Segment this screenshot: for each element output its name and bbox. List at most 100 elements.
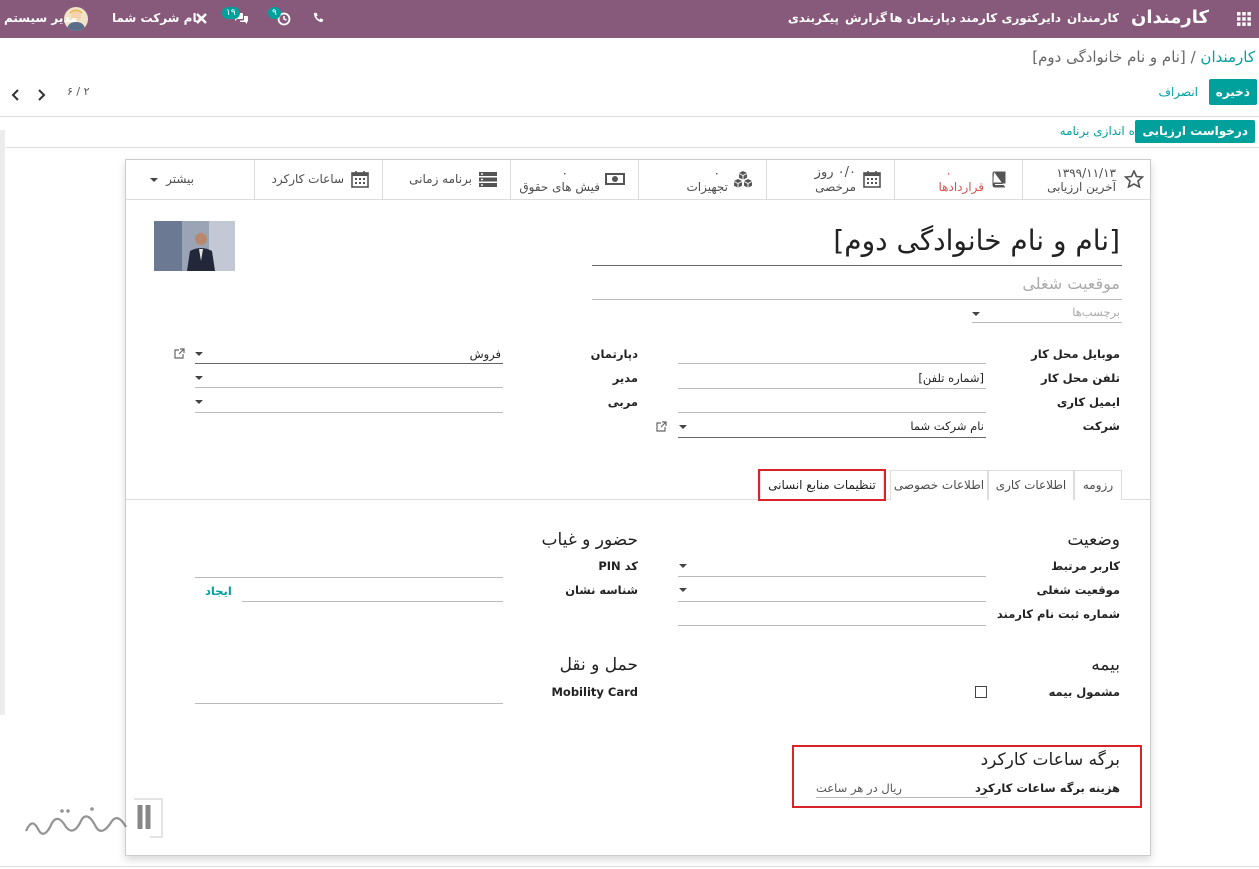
menu-directory[interactable]: دایرکتوری کارمند	[960, 0, 1061, 38]
payslips-label: فیش های حقوق	[519, 180, 600, 194]
company-external-link-icon[interactable]	[656, 421, 667, 432]
payslips-count: ۰	[561, 166, 568, 180]
manager-label: مدیر	[612, 371, 638, 385]
top-navbar: کارمندان کارمندان دایرکتوری کارمند دپارت…	[0, 0, 1259, 38]
last-appraisal-button[interactable]: ۱۳۹۹/۱۱/۱۳ آخرین ارزیابی	[1022, 160, 1150, 199]
user-menu[interactable]: مدیر سیستم	[4, 0, 78, 38]
more-dropdown-button[interactable]: بیشتر	[126, 160, 254, 199]
tags-input[interactable]: برچسب‌ها	[1072, 305, 1120, 319]
tags-caret-icon[interactable]	[972, 312, 980, 316]
tab-private-information[interactable]: اطلاعات خصوصی	[890, 470, 988, 500]
watermark-logo	[22, 797, 172, 845]
menu-configuration[interactable]: پیکربندی	[788, 0, 839, 38]
phone-icon[interactable]	[312, 12, 324, 24]
last-appraisal-date: ۱۳۹۹/۱۱/۱۳	[1056, 166, 1116, 180]
more-label: بیشتر	[166, 172, 194, 186]
badge-id-label: شناسه نشان	[565, 583, 638, 597]
coach-caret-icon[interactable]	[195, 400, 203, 404]
registration-number-label: شماره ثبت نام کارمند	[996, 607, 1120, 621]
hr-settings-highlight	[758, 469, 886, 501]
manager-caret-icon[interactable]	[195, 376, 203, 380]
work-schedule-label: برنامه زمانی	[409, 172, 472, 186]
department-underline	[195, 363, 503, 364]
manager-input[interactable]	[195, 387, 503, 388]
work-email-input[interactable]	[678, 412, 986, 413]
job-position-input[interactable]: موقعیت شغلی	[1022, 274, 1120, 293]
related-user-caret-icon[interactable]	[679, 564, 687, 568]
badge-id-input[interactable]	[242, 601, 503, 602]
time-off-value: ۰/۰ روز	[814, 165, 856, 180]
time-off-button[interactable]: ۰/۰ روز مرخصی	[766, 160, 894, 199]
pager-prev-icon[interactable]	[10, 88, 22, 102]
job-position-underline	[592, 299, 1122, 300]
timesheet-highlight	[792, 745, 1142, 808]
registration-number-input[interactable]	[678, 625, 986, 626]
more-caret-icon	[150, 178, 158, 182]
work-schedule-button[interactable]: برنامه زمانی	[382, 160, 510, 199]
breadcrumb-parent[interactable]: کارمندان	[1200, 48, 1255, 66]
appraisal-request-button[interactable]: درخواست ارزیابی	[1135, 120, 1255, 143]
tags-underline	[972, 322, 1122, 323]
form-sheet: ۱۳۹۹/۱۱/۱۳ آخرین ارزیابی ۰ قراردادها ۰/۰…	[125, 159, 1151, 856]
department-caret-icon[interactable]	[195, 352, 203, 356]
contracts-button[interactable]: ۰ قراردادها	[894, 160, 1022, 199]
insurance-subject-checkbox[interactable]	[975, 686, 987, 698]
schedule-bars-icon	[478, 170, 498, 188]
work-phone-value[interactable]: [شماره تلفن]	[918, 371, 984, 385]
pager-next-icon[interactable]	[35, 88, 47, 102]
launch-plan-button[interactable]: راه اندازی برنامه	[1053, 120, 1151, 143]
app-title[interactable]: کارمندان	[1131, 0, 1209, 38]
hr-job-position-caret-icon[interactable]	[679, 588, 687, 592]
contracts-label: قراردادها	[938, 180, 985, 194]
status-group-title: وضعیت	[1067, 530, 1120, 550]
insurance-subject-label: مشمول بیمه	[1048, 685, 1120, 699]
star-icon	[1123, 169, 1145, 189]
insurance-group-title: بیمه	[1091, 655, 1120, 675]
timesheets-label: ساعات کارکرد	[271, 172, 344, 186]
coach-label: مربی	[607, 395, 638, 409]
money-icon	[604, 170, 626, 188]
hr-job-position-input[interactable]	[678, 601, 986, 602]
work-mobile-label: موبایل محل کار	[1031, 347, 1120, 361]
apps-grid-icon[interactable]	[1237, 12, 1251, 26]
tab-resume[interactable]: رزومه	[1074, 470, 1122, 500]
activity-counter: ۹	[268, 7, 281, 19]
menu-employees[interactable]: کارمندان	[1067, 0, 1119, 38]
equipment-count: ۰	[713, 166, 720, 180]
left-scroll-edge	[0, 130, 5, 715]
department-external-link-icon[interactable]	[174, 348, 185, 359]
work-mobile-input[interactable]	[678, 363, 986, 364]
messages-counter: ۱۹	[222, 7, 240, 19]
company-value[interactable]: نام شرکت شما	[910, 419, 984, 433]
menu-reporting[interactable]: گزارش	[845, 0, 887, 38]
statusbar-divider	[6, 147, 1259, 148]
discard-button[interactable]: انصراف	[1152, 79, 1205, 105]
equipment-button[interactable]: ۰ تجهیزات	[638, 160, 766, 199]
save-button[interactable]: ذخیره	[1208, 79, 1257, 105]
control-panel-divider	[0, 116, 1259, 117]
company-caret-icon[interactable]	[679, 425, 687, 429]
pager-value[interactable]: ۶ / ۲	[67, 85, 90, 98]
mobility-card-input[interactable]	[195, 703, 503, 704]
breadcrumb: کارمندان / [نام و نام خانوادگی دوم]	[1032, 48, 1255, 66]
employee-name-underline	[592, 265, 1122, 266]
coach-input[interactable]	[195, 412, 503, 413]
pin-code-input[interactable]	[195, 577, 503, 578]
timesheets-button[interactable]: ساعات کارکرد	[254, 160, 382, 199]
tab-work-information[interactable]: اطلاعات کاری	[988, 470, 1074, 500]
smart-button-box: ۱۳۹۹/۱۱/۱۳ آخرین ارزیابی ۰ قراردادها ۰/۰…	[126, 160, 1150, 200]
bottom-divider	[0, 866, 1259, 867]
generate-badge-link[interactable]: ایجاد	[205, 584, 232, 598]
employee-photo[interactable]	[154, 221, 235, 271]
payslips-button[interactable]: ۰ فیش های حقوق	[510, 160, 638, 199]
equipment-label: تجهیزات	[686, 180, 729, 194]
cubes-icon	[732, 170, 754, 188]
work-phone-underline	[678, 388, 986, 389]
menu-departments[interactable]: دپارتمان ها	[890, 0, 956, 38]
breadcrumb-current: [نام و نام خانوادگی دوم]	[1032, 48, 1186, 66]
company-underline	[678, 437, 986, 438]
company-switcher[interactable]: نام شرکت شما	[112, 0, 201, 38]
employee-name[interactable]: [نام و نام خانوادگی دوم]	[833, 224, 1120, 257]
department-value[interactable]: فروش	[470, 347, 501, 361]
related-user-input[interactable]	[678, 576, 986, 577]
